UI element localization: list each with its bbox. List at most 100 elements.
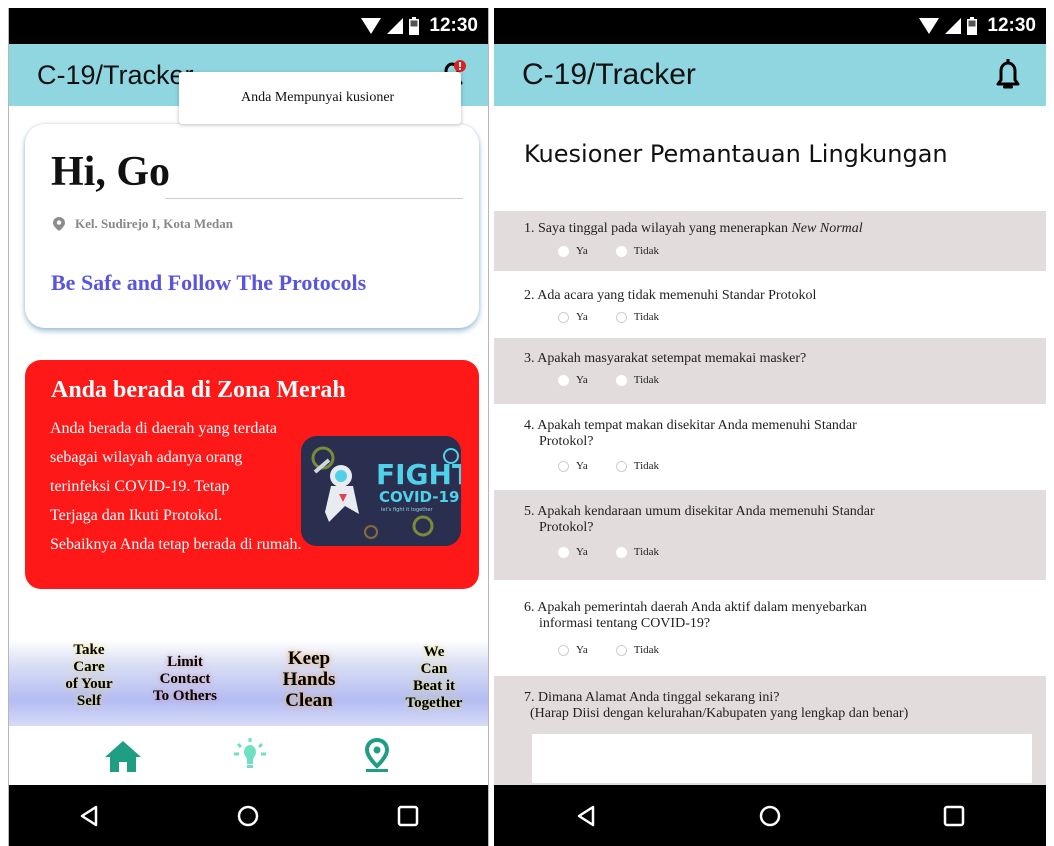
- question-line: 4. Apakah tempat makan disekitar Anda me…: [524, 418, 857, 433]
- radio-button[interactable]: [558, 644, 569, 656]
- recents-square-icon: [943, 805, 965, 826]
- system-nav-bar: [494, 785, 1046, 846]
- question-2: 2. Ada acara yang tidak memenuhi Standar…: [494, 275, 1046, 338]
- map-pin-icon: [364, 738, 390, 772]
- radio-button[interactable]: [615, 311, 627, 323]
- address-input[interactable]: [532, 734, 1032, 783]
- bell-icon: [996, 59, 1020, 89]
- zone-line: Sebaiknya Anda tetap berada di rumah.: [50, 536, 302, 553]
- option-label: Tidak: [633, 311, 660, 323]
- radio-button[interactable]: [615, 546, 627, 558]
- tab-map[interactable]: [357, 738, 397, 774]
- radio-button[interactable]: [615, 460, 627, 472]
- radio-button[interactable]: [615, 374, 627, 386]
- tip-line: Take: [73, 642, 105, 658]
- option-tidak[interactable]: Tidak: [615, 311, 660, 323]
- zone-line: Anda berada di daerah yang terdata: [50, 420, 277, 437]
- notification-tooltip[interactable]: Anda Mempunyai kusioner: [179, 72, 461, 124]
- zone-line: terinfeksi COVID-19. Tetap: [50, 478, 230, 495]
- tab-home[interactable]: [103, 738, 143, 774]
- option-tidak[interactable]: Tidak: [615, 245, 659, 257]
- option-label: Ya: [576, 546, 588, 558]
- radio-button[interactable]: [615, 644, 627, 656]
- tip-keep-hands-clean: Keep Hands Clean: [269, 648, 349, 711]
- home-nav-button[interactable]: [750, 796, 790, 836]
- zone-line: sebagai wilayah adanya orang: [50, 449, 243, 466]
- option-ya[interactable]: Ya: [558, 311, 588, 323]
- app-title: C-19/Tracker: [37, 60, 194, 90]
- tip-line: Clean: [285, 690, 333, 711]
- fight-covid-illustration: FIGHT COVID-19 let's fight it together: [301, 436, 461, 546]
- tip-line: Can: [420, 661, 448, 677]
- tip-line: Together: [405, 695, 463, 711]
- option-ya[interactable]: Ya: [558, 245, 588, 257]
- option-tidak[interactable]: Tidak: [615, 460, 660, 472]
- question-text: 3. Apakah masyarakat setempat memakai ma…: [524, 351, 807, 366]
- option-ya[interactable]: Ya: [558, 374, 588, 386]
- notification-bell-button[interactable]: [990, 56, 1026, 92]
- option-label: Tidak: [633, 546, 660, 558]
- zone-alert-card: Anda berada di Zona Merah Anda berada di…: [25, 360, 479, 589]
- question-line: 5. Apakah kendaraan umum disekitar Anda …: [524, 504, 875, 519]
- tip-line: Beat it: [412, 678, 456, 694]
- question-line: Protokol?: [539, 520, 594, 535]
- zone-line: Terjaga dan Ikuti Protokol.: [50, 507, 223, 524]
- radio-button[interactable]: [558, 460, 569, 472]
- question-line: (Harap Diisi dengan kelurahan/Kabupaten …: [530, 706, 909, 721]
- tip-line: Self: [76, 693, 102, 709]
- form-title: Kuesioner Pemantauan Lingkungan: [524, 140, 948, 168]
- option-label: Ya: [576, 644, 588, 656]
- option-ya[interactable]: Ya: [558, 644, 588, 656]
- home-nav-button[interactable]: [228, 796, 268, 836]
- back-triangle-icon: [577, 805, 595, 826]
- recents-button[interactable]: [388, 796, 428, 836]
- option-label: Ya: [576, 374, 588, 386]
- tip-line: Limit: [167, 654, 203, 670]
- tip-line: Hands: [282, 669, 336, 690]
- question-options: Ya Tidak: [558, 245, 659, 257]
- recents-button[interactable]: [934, 796, 974, 836]
- option-tidak[interactable]: Tidak: [615, 644, 660, 656]
- radio-button[interactable]: [558, 374, 569, 386]
- question-text: 7. Dimana Alamat Anda tinggal sekarang i…: [524, 690, 1042, 722]
- back-button[interactable]: [69, 796, 109, 836]
- status-icons: 12:30: [361, 14, 478, 38]
- status-bar: 12:30: [9, 8, 488, 44]
- back-button[interactable]: [566, 796, 606, 836]
- option-ya[interactable]: Ya: [558, 460, 588, 472]
- recents-square-icon: [397, 805, 419, 826]
- tip-take-care: Take Care of Your Self: [51, 642, 127, 710]
- tip-line: Keep: [287, 648, 331, 669]
- tooltip-text: Anda Mempunyai kusioner: [241, 90, 395, 105]
- status-icons: 12:30: [919, 14, 1036, 38]
- question-line: 7. Dimana Alamat Anda tinggal sekarang i…: [524, 690, 780, 705]
- question-text-prefix: 1. Saya tinggal pada wilayah yang menera…: [524, 221, 792, 236]
- question-7: 7. Dimana Alamat Anda tinggal sekarang i…: [494, 676, 1046, 785]
- radio-button[interactable]: [615, 245, 627, 257]
- tab-tips[interactable]: [230, 738, 270, 774]
- tip-line: Care: [73, 659, 105, 675]
- option-ya[interactable]: Ya: [558, 546, 588, 558]
- option-tidak[interactable]: Tidak: [615, 374, 659, 386]
- left-phone-screen: 12:30 C-19/Tracker Hi, Go Kel. Sudirejo …: [8, 8, 489, 846]
- option-label: Tidak: [633, 460, 660, 472]
- tip-line: Contact: [159, 671, 211, 687]
- radio-button[interactable]: [558, 546, 569, 558]
- question-1: 1. Saya tinggal pada wilayah yang menera…: [494, 211, 1046, 271]
- question-text: 6. Apakah pemerintah daerah Anda aktif d…: [524, 600, 996, 632]
- radio-button[interactable]: [558, 245, 569, 257]
- fight-caption: let's fight it together: [381, 507, 433, 513]
- option-tidak[interactable]: Tidak: [615, 546, 660, 558]
- radio-button[interactable]: [558, 311, 569, 323]
- question-5: 5. Apakah kendaraan umum disekitar Anda …: [494, 490, 1046, 580]
- question-text: 5. Apakah kendaraan umum disekitar Anda …: [524, 504, 996, 536]
- question-line: 6. Apakah pemerintah daerah Anda aktif d…: [524, 600, 867, 615]
- right-phone-screen: 12:30 C-19/Tracker Kuesioner Pemantauan …: [494, 8, 1046, 846]
- greeting-divider: [165, 198, 463, 199]
- option-label: Tidak: [633, 644, 660, 656]
- system-nav-bar: [9, 785, 488, 846]
- question-line: Protokol?: [539, 434, 594, 449]
- question-options: Ya Tidak: [558, 311, 659, 323]
- lightbulb-icon: [234, 738, 266, 768]
- status-time: 12:30: [987, 15, 1036, 36]
